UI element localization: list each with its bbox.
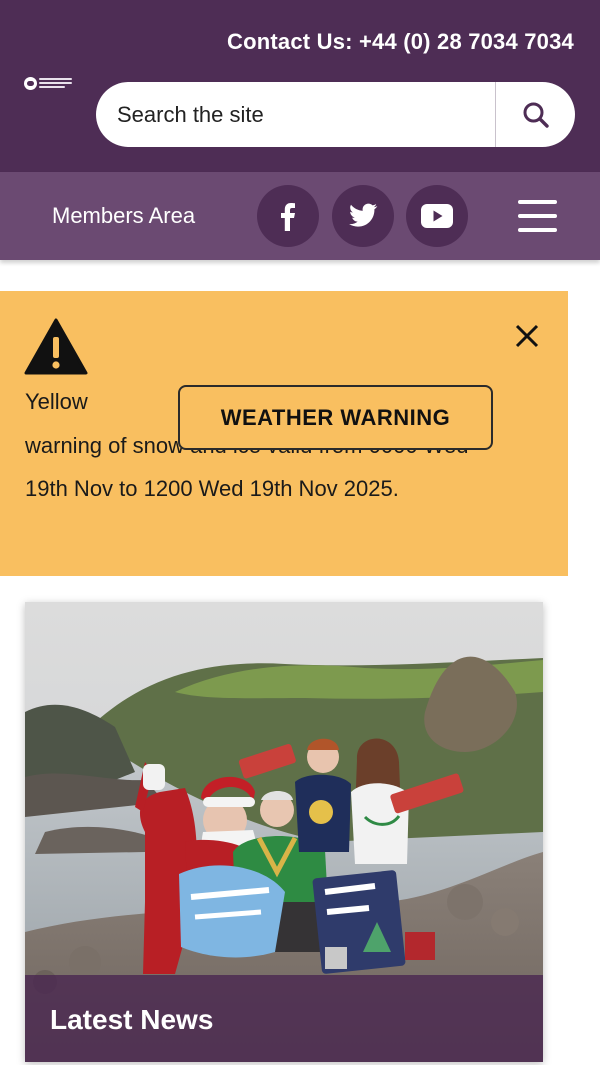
contact-phone[interactable]: Contact Us: +44 (0) 28 7034 7034 xyxy=(227,29,574,55)
latest-news-label-bar: Latest News xyxy=(25,975,543,1062)
twitter-icon xyxy=(349,203,378,227)
alert-message-first-line: Yellow xyxy=(25,389,88,414)
logo-mark-icon xyxy=(24,77,37,90)
search-button[interactable] xyxy=(496,82,575,147)
members-area-link[interactable]: Members Area xyxy=(52,203,195,229)
weather-warning-button[interactable]: WEATHER WARNING xyxy=(178,385,493,450)
site-header: Contact Us: +44 (0) 28 7034 7034 xyxy=(0,0,600,172)
council-logo[interactable] xyxy=(24,76,74,98)
search-input[interactable] xyxy=(96,82,496,147)
hamburger-menu-button[interactable] xyxy=(518,198,558,234)
latest-news-card[interactable]: Latest News xyxy=(25,602,543,1062)
facebook-icon xyxy=(281,203,295,231)
nav-bar: Members Area xyxy=(0,172,600,260)
youtube-icon xyxy=(421,204,453,228)
youtube-button[interactable] xyxy=(406,185,468,247)
search-icon xyxy=(523,102,549,128)
search-bar xyxy=(96,82,575,147)
warning-triangle-icon xyxy=(24,318,88,375)
close-icon[interactable] xyxy=(512,321,542,351)
twitter-button[interactable] xyxy=(332,185,394,247)
latest-news-title: Latest News xyxy=(50,1004,214,1035)
facebook-button[interactable] xyxy=(257,185,319,247)
